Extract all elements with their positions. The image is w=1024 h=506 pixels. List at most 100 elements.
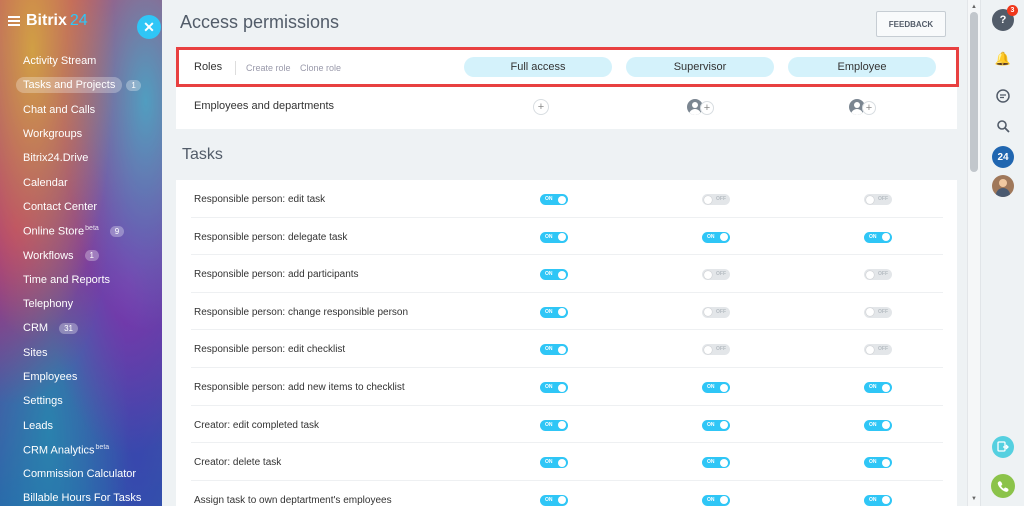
add-employee-employee-icon[interactable]: + [862,101,876,115]
toggle-knob [558,308,566,317]
beta-tag: beta [95,443,110,451]
scroll-up-icon[interactable]: ▲ [971,4,977,10]
sidebar-item-label: Sites [23,346,48,359]
sidebar-item[interactable]: Calendar [16,170,148,194]
sidebar-item[interactable]: CRM Analyticsbeta [16,438,148,462]
sidebar-item[interactable]: Telephony [16,292,148,316]
toggle-state-text: ON [869,421,877,428]
permission-toggle[interactable]: ON [864,231,892,243]
permission-row: Responsible person: edit checklist ON OFF O… [191,330,943,368]
permission-toggle[interactable]: OFF [702,194,730,205]
permission-toggle[interactable]: ON [540,382,568,393]
permission-toggle[interactable]: OFF [864,194,892,205]
permission-row: Responsible person: add participants ON OF… [191,255,943,293]
sidebar-item[interactable]: Bitrix24.Drive [16,146,148,170]
sidebar-item-label: Chat and Calls [23,103,96,116]
sidebar-menu: Activity Stream Tasks and Projects 1 Chat a… [16,49,148,506]
permission-toggle[interactable]: ON [540,269,568,281]
toggle-knob [558,345,566,354]
scroll-thumb[interactable] [970,12,978,172]
sidebar-item-label: Leads [23,419,53,432]
notification-badge: 3 [1007,5,1018,16]
close-icon[interactable]: ✕ [137,15,161,39]
brand[interactable]: Bitrix 24 [8,12,88,30]
main-content: Access permissions FEEDBACK Employees an… [162,0,967,506]
permission-toggle[interactable]: OFF [702,306,730,318]
clone-role-link[interactable]: Clone role [300,63,341,73]
permission-toggle[interactable]: OFF [702,269,730,281]
sidebar-item[interactable]: Workgroups [16,122,148,146]
toggle-knob [866,308,874,317]
sidebar-item-label: Employees [23,371,78,383]
sidebar-item[interactable]: Chat and Calls [16,98,148,122]
permission-toggle[interactable]: ON [540,194,568,205]
bitrix24-icon[interactable]: 24 [992,146,1014,168]
permission-label: Responsible person: edit task [194,194,326,205]
sidebar-item[interactable]: Employees [16,365,148,389]
sidebar-item[interactable]: Sites [16,341,148,365]
add-employee-supervisor-icon[interactable]: + [700,101,714,115]
toggle-state-text: ON [545,384,553,390]
add-employee-full-access-icon[interactable]: + [533,99,549,115]
permission-toggle[interactable]: ON [540,344,568,356]
scrollbar[interactable]: ▲ ▼ [967,0,980,506]
toggle-knob [558,195,566,204]
search-icon[interactable] [992,115,1014,137]
toggle-knob [882,458,890,467]
toggle-state-text: ON [545,459,553,466]
sidebar-item[interactable]: Time and Reports [16,268,148,292]
menu-burger-icon[interactable] [8,16,20,26]
permission-label: Creator: edit completed task [194,419,320,431]
sidebar-item-label: Billable Hours For Tasks [23,492,142,505]
permission-toggle[interactable]: ON [540,494,568,506]
permission-toggle[interactable]: ON [540,457,568,469]
permission-toggle[interactable]: ON [864,382,892,393]
sidebar-item[interactable]: Billable Hours For Tasks [16,486,148,506]
permission-toggle[interactable]: ON [864,494,892,506]
sidebar-item[interactable]: CRM 31 [16,316,148,340]
permission-toggle[interactable]: ON [540,306,568,318]
phone-icon[interactable] [991,474,1015,498]
role-column-supervisor[interactable]: Supervisor [626,57,774,77]
sidebar-item[interactable]: Workflows 1 [16,243,148,267]
role-column-full-access[interactable]: Full access [464,57,612,77]
counter-badge: 1 [84,250,99,262]
permission-toggle[interactable]: ON [702,382,730,393]
role-column-employee[interactable]: Employee [788,57,936,77]
permission-toggle[interactable]: OFF [702,344,730,356]
permission-toggle[interactable]: ON [540,231,568,243]
create-role-link[interactable]: Create role [246,63,291,73]
sidebar-item[interactable]: Activity Stream [16,49,148,73]
sidebar-item-label: Workflows [23,249,74,262]
permission-toggle[interactable]: OFF [864,306,892,318]
scroll-down-icon[interactable]: ▼ [971,496,977,502]
toggle-state-text: OFF [716,196,726,202]
toggle-knob [558,233,566,242]
toggle-state-text: ON [707,496,715,503]
permission-toggle[interactable]: ON [702,419,730,431]
sidebar-item-label: Online Storebeta [16,223,106,240]
sidebar-item-label: Telephony [23,298,74,311]
chat-icon[interactable] [992,85,1014,107]
permission-toggle[interactable]: ON [702,494,730,506]
sidebar-item[interactable]: Settings [16,389,148,413]
help-icon[interactable]: ? 3 [992,5,1018,31]
permission-toggle[interactable]: ON [540,419,568,431]
permission-toggle[interactable]: ON [864,457,892,469]
open-lines-icon[interactable] [992,436,1014,458]
sidebar-item[interactable]: Leads [16,413,148,437]
user-avatar[interactable] [992,175,1014,197]
sidebar-item-label: Time and Reports [23,273,111,286]
sidebar-item[interactable]: Online Storebeta 9 [16,219,148,243]
sidebar-item[interactable]: Commission Calculator [16,462,148,486]
sidebar-item[interactable]: Contact Center [16,195,148,219]
bell-icon[interactable]: 🔔 [992,48,1014,70]
permission-toggle[interactable]: ON [702,457,730,469]
sidebar-item[interactable]: Tasks and Projects 1 [16,73,148,97]
permission-label: Responsible person: change responsible p… [194,306,409,318]
feedback-button[interactable]: FEEDBACK [876,11,946,37]
permission-toggle[interactable]: OFF [864,344,892,356]
permission-toggle[interactable]: ON [864,419,892,431]
permission-toggle[interactable]: ON [702,231,730,243]
permission-toggle[interactable]: OFF [864,269,892,281]
